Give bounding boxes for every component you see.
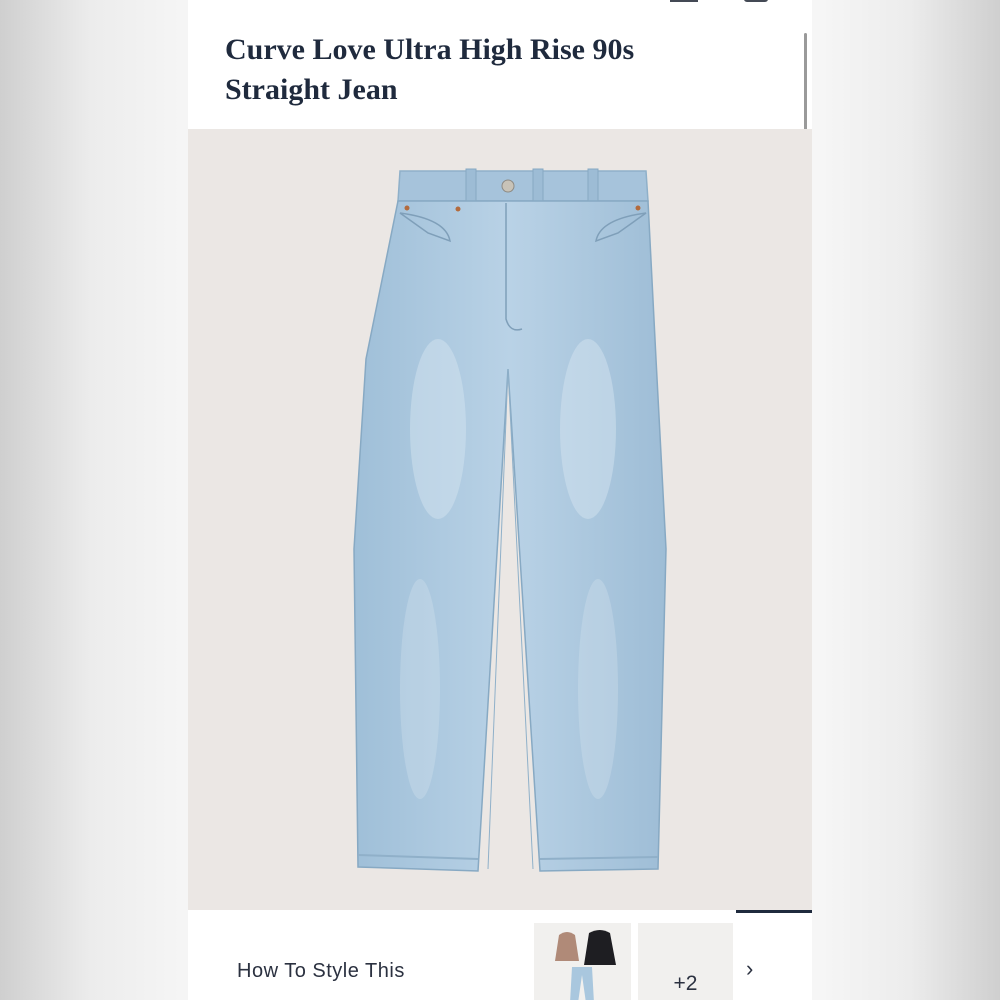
how-to-style-label[interactable]: How To Style This xyxy=(237,960,405,983)
menu-icon[interactable] xyxy=(670,0,698,2)
chevron-right-icon[interactable]: › xyxy=(746,958,764,980)
product-title-line1: Curve Love Ultra High Rise 90s xyxy=(225,33,635,66)
outfit-thumbnail[interactable] xyxy=(534,923,631,1000)
outfit-thumbnail-icon xyxy=(555,930,616,1000)
product-title-line2: Straight Jean xyxy=(225,73,398,106)
jeans-illustration xyxy=(353,168,667,872)
product-page: Curve Love Ultra High Rise 90s Straight … xyxy=(188,0,812,1000)
product-title: Curve Love Ultra High Rise 90s Straight … xyxy=(225,30,695,110)
product-image[interactable] xyxy=(188,129,812,910)
bag-icon[interactable] xyxy=(744,0,768,2)
more-outfits-count: +2 xyxy=(673,972,698,995)
more-outfits-button[interactable]: +2 xyxy=(638,923,733,1000)
top-toolbar xyxy=(188,0,812,10)
tab-indicator xyxy=(736,910,812,913)
how-to-style-bar: How To Style This +2 › xyxy=(188,910,812,1000)
